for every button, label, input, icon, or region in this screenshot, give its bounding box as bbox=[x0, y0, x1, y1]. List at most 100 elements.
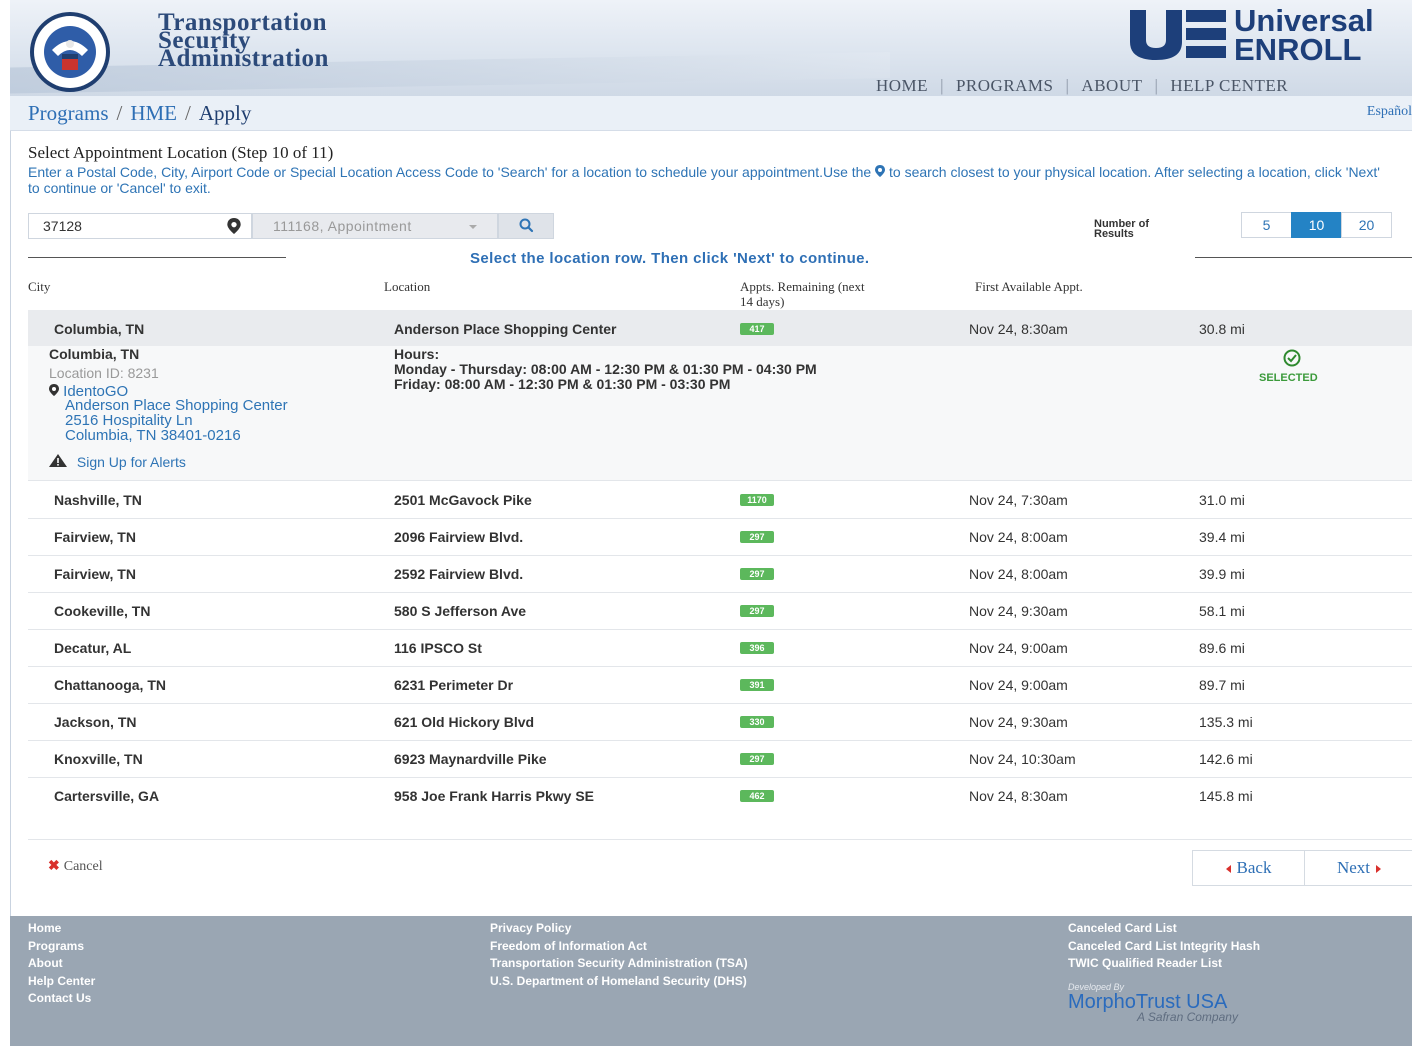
breadcrumb-hme[interactable]: HME bbox=[130, 101, 177, 125]
instructions-text-1: Enter a Postal Code, City, Airport Code … bbox=[28, 164, 876, 180]
next-button[interactable]: Next bbox=[1304, 850, 1412, 886]
address-line-1: Anderson Place Shopping Center bbox=[65, 397, 288, 414]
brand-line-1: Universal bbox=[1234, 3, 1374, 38]
footer-link-integrity-hash[interactable]: Canceled Card List Integrity Hash bbox=[1068, 938, 1260, 956]
nav-separator: | bbox=[940, 76, 944, 95]
footer-link-foia[interactable]: Freedom of Information Act bbox=[490, 938, 748, 956]
row-city: Nashville, TN bbox=[54, 492, 142, 508]
row-distance: 142.6 mi bbox=[1199, 751, 1253, 767]
cancel-button[interactable]: ✖ Cancel bbox=[48, 858, 103, 875]
table-row[interactable]: Cartersville, GA 958 Joe Frank Harris Pk… bbox=[28, 777, 1412, 814]
page-size-20[interactable]: 20 bbox=[1341, 212, 1392, 238]
nav-help-center[interactable]: HELP CENTER bbox=[1170, 76, 1288, 95]
header-decoration bbox=[10, 52, 890, 94]
table-row[interactable]: Nashville, TN 2501 McGavock Pike 1170 No… bbox=[28, 481, 1412, 519]
footer-link-help-center[interactable]: Help Center bbox=[28, 973, 95, 991]
row-location: 958 Joe Frank Harris Pkwy SE bbox=[394, 788, 594, 804]
alerts-label: Sign Up for Alerts bbox=[76, 454, 186, 470]
back-button[interactable]: Back bbox=[1192, 850, 1305, 886]
breadcrumb-separator: / bbox=[185, 101, 191, 125]
nav-programs[interactable]: PROGRAMS bbox=[956, 76, 1054, 95]
footer-link-twic-reader-list[interactable]: TWIC Qualified Reader List bbox=[1068, 955, 1260, 973]
footer-link-tsa[interactable]: Transportation Security Administration (… bbox=[490, 955, 748, 973]
location-search-input[interactable]: 37128 bbox=[28, 213, 252, 239]
close-icon: ✖ bbox=[48, 859, 60, 874]
breadcrumb-separator: / bbox=[116, 101, 123, 125]
page-size-10[interactable]: 10 bbox=[1291, 212, 1342, 238]
row-distance: 39.9 mi bbox=[1199, 566, 1245, 582]
row-city: Fairview, TN bbox=[54, 529, 136, 545]
column-header-first-available: First Available Appt. bbox=[975, 279, 1083, 294]
triangle-left-icon bbox=[1225, 865, 1231, 874]
language-link[interactable]: Español bbox=[1367, 104, 1412, 120]
nav-about[interactable]: ABOUT bbox=[1081, 76, 1142, 95]
hours-text: Monday - Thursday: 08:00 AM - 12:30 PM &… bbox=[394, 362, 817, 392]
footer-column-1: Home Programs About Help Center Contact … bbox=[28, 920, 95, 1008]
table-row[interactable]: Knoxville, TN 6923 Maynardville Pike 297… bbox=[28, 740, 1412, 778]
map-pin-icon[interactable] bbox=[227, 218, 241, 234]
results-count-label: Number of Results bbox=[1094, 219, 1149, 240]
row-location: 2592 Fairview Blvd. bbox=[394, 566, 524, 582]
page-size-5[interactable]: 5 bbox=[1241, 212, 1292, 238]
row-first-available: Nov 24, 10:30am bbox=[969, 751, 1076, 767]
table-row-selected[interactable]: Columbia, TN Anderson Place Shopping Cen… bbox=[28, 310, 1412, 347]
location-search-value: 37128 bbox=[43, 218, 82, 234]
footer-link-contact-us[interactable]: Contact Us bbox=[28, 990, 95, 1008]
map-pin-icon bbox=[49, 384, 59, 396]
detail-city: Columbia, TN bbox=[49, 346, 140, 362]
nav-home[interactable]: HOME bbox=[876, 76, 928, 95]
row-location: 6231 Perimeter Dr bbox=[394, 677, 514, 693]
detail-address[interactable]: Anderson Place Shopping Center 2516 Hosp… bbox=[65, 398, 288, 443]
selected-location-details: Columbia, TN Location ID: 8231 IdentoGO … bbox=[28, 346, 1412, 481]
footer-link-dhs[interactable]: U.S. Department of Homeland Security (DH… bbox=[490, 973, 748, 991]
table-row[interactable]: Jackson, TN 621 Old Hickory Blvd 330 Nov… bbox=[28, 703, 1412, 741]
table-row[interactable]: Cookeville, TN 580 S Jefferson Ave 297 N… bbox=[28, 592, 1412, 630]
footer-link-programs[interactable]: Programs bbox=[28, 938, 95, 956]
row-city: Cartersville, GA bbox=[54, 788, 160, 804]
footer-column-2: Privacy Policy Freedom of Information Ac… bbox=[490, 920, 748, 990]
breadcrumb-programs[interactable]: Programs bbox=[28, 101, 109, 125]
remaining-badge: 297 bbox=[740, 531, 774, 543]
remaining-badge: 417 bbox=[740, 323, 774, 335]
universal-enroll-wordmark: Universal ENROLL bbox=[1234, 3, 1374, 67]
next-label: Next bbox=[1336, 858, 1371, 877]
hours-line-2: Friday: 08:00 AM - 12:30 PM & 01:30 PM -… bbox=[394, 376, 731, 392]
row-distance: 89.6 mi bbox=[1199, 640, 1245, 656]
step-title: Select Appointment Location (Step 10 of … bbox=[28, 143, 334, 162]
footer-link-about[interactable]: About bbox=[28, 955, 95, 973]
footer-link-canceled-card-list[interactable]: Canceled Card List bbox=[1068, 920, 1260, 938]
tsa-wordmark: Transportation Security Administration bbox=[158, 10, 329, 71]
row-distance: 31.0 mi bbox=[1199, 492, 1245, 508]
table-row[interactable]: Fairview, TN 2096 Fairview Blvd. 297 Nov… bbox=[28, 518, 1412, 556]
footer-link-home[interactable]: Home bbox=[28, 920, 95, 938]
warning-icon bbox=[49, 454, 67, 467]
remaining-badge: 462 bbox=[740, 790, 774, 802]
appointment-type-select[interactable]: 111168, Appointment bbox=[252, 213, 498, 239]
row-distance: 89.7 mi bbox=[1199, 677, 1245, 693]
row-city: Chattanooga, TN bbox=[54, 677, 166, 693]
breadcrumb: Programs / HME / Apply bbox=[28, 101, 251, 126]
row-first-available: Nov 24, 8:30am bbox=[969, 321, 1068, 337]
row-first-available: Nov 24, 9:00am bbox=[969, 640, 1068, 656]
site-footer: Home Programs About Help Center Contact … bbox=[10, 916, 1412, 1046]
row-first-available: Nov 24, 9:30am bbox=[969, 714, 1068, 730]
search-button[interactable] bbox=[498, 213, 554, 239]
dhs-seal-icon bbox=[30, 12, 110, 92]
table-row[interactable]: Decatur, AL 116 IPSCO St 396 Nov 24, 9:0… bbox=[28, 629, 1412, 667]
remaining-badge: 330 bbox=[740, 716, 774, 728]
address-line-2: 2516 Hospitality Ln bbox=[65, 412, 193, 429]
row-first-available: Nov 24, 8:00am bbox=[969, 566, 1068, 582]
footer-column-3: Canceled Card List Canceled Card List In… bbox=[1068, 920, 1260, 973]
brand-line-2: ENROLL bbox=[1234, 32, 1362, 67]
site-header: Transportation Security Administration U… bbox=[10, 0, 1412, 96]
nav-separator: | bbox=[1154, 76, 1159, 95]
row-city: Fairview, TN bbox=[54, 566, 136, 582]
footer-link-privacy[interactable]: Privacy Policy bbox=[490, 920, 748, 938]
table-row[interactable]: Chattanooga, TN 6231 Perimeter Dr 391 No… bbox=[28, 666, 1412, 704]
sign-up-alerts-link[interactable]: Sign Up for Alerts bbox=[49, 454, 186, 470]
table-row[interactable]: Fairview, TN 2592 Fairview Blvd. 297 Nov… bbox=[28, 555, 1412, 593]
results-label-line-2: Results bbox=[1094, 228, 1134, 240]
nav-separator: | bbox=[1065, 76, 1070, 95]
address-line-3: Columbia, TN 38401-0216 bbox=[65, 427, 241, 444]
row-city: Cookeville, TN bbox=[54, 603, 151, 619]
